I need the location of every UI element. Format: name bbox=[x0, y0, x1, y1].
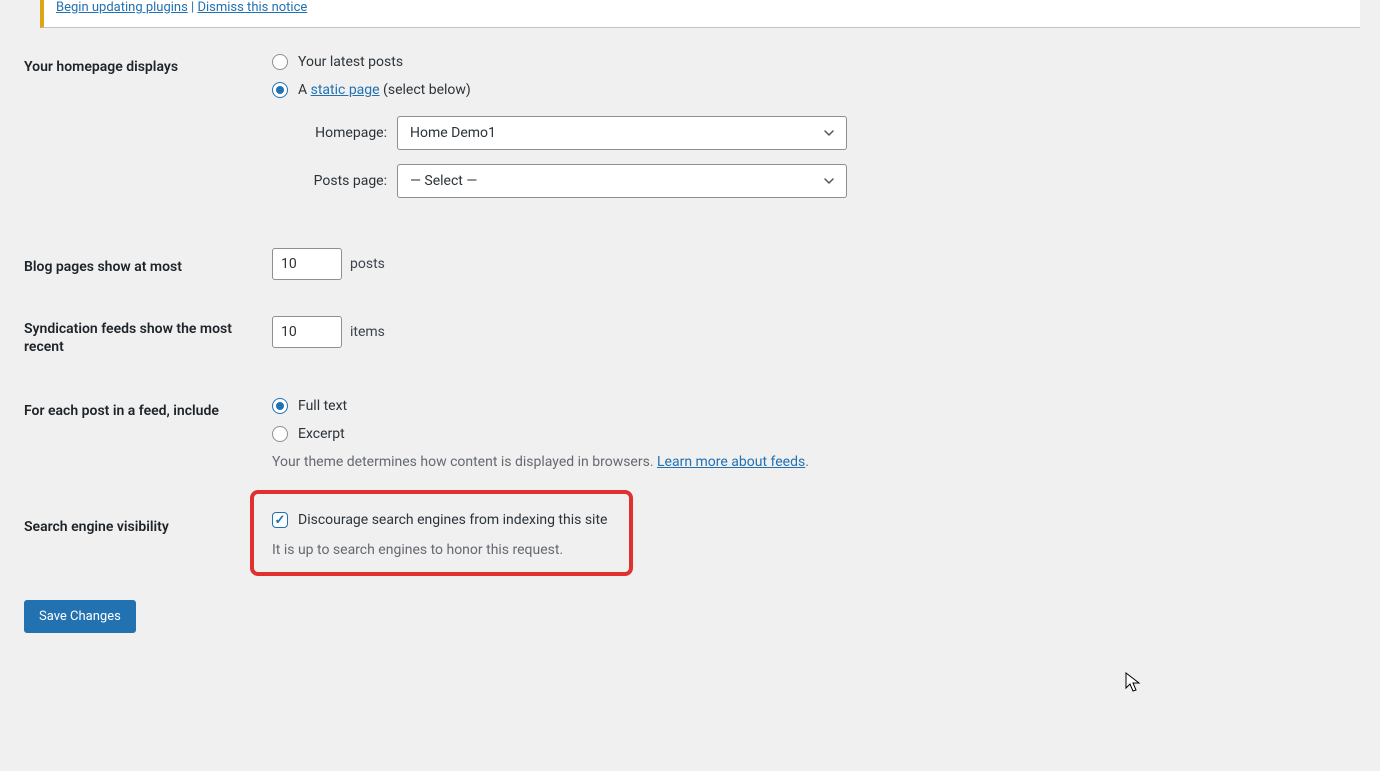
label-homepage-select: Homepage: bbox=[292, 125, 387, 141]
reading-settings-form: Your homepage displays Your latest posts… bbox=[0, 28, 1380, 653]
label-syndication: Syndication feeds show the most recent bbox=[24, 316, 272, 356]
control-blog-pages: 10 posts bbox=[272, 248, 1360, 280]
submit-row: Save Changes bbox=[24, 596, 1360, 633]
radio-icon bbox=[272, 398, 288, 414]
radio-label: Excerpt bbox=[298, 426, 345, 442]
radio-static-page[interactable]: A static page (select below) bbox=[272, 82, 1360, 98]
radio-excerpt[interactable]: Excerpt bbox=[272, 426, 1360, 442]
begin-updating-link[interactable]: Begin updating plugins bbox=[56, 0, 188, 15]
radio-label: Your latest posts bbox=[298, 54, 403, 70]
radio-icon bbox=[272, 426, 288, 442]
row-homepage-select: Homepage: Home Demo1 bbox=[292, 116, 1360, 150]
radio-label: A static page (select below) bbox=[298, 82, 471, 98]
text: (select below) bbox=[380, 82, 471, 98]
syndication-input[interactable]: 10 bbox=[272, 316, 342, 348]
suffix-text: posts bbox=[350, 256, 385, 272]
notice-separator: | bbox=[188, 0, 198, 15]
label-posts-page-select: Posts page: bbox=[292, 173, 387, 189]
suffix-text: items bbox=[350, 324, 385, 340]
chevron-down-icon bbox=[820, 172, 838, 190]
search-visibility-note: It is up to search engines to honor this… bbox=[272, 542, 607, 558]
label-homepage-displays: Your homepage displays bbox=[24, 48, 272, 76]
save-changes-button[interactable]: Save Changes bbox=[24, 600, 136, 633]
select-value: Home Demo1 bbox=[410, 125, 496, 141]
row-syndication: Syndication feeds show the most recent 1… bbox=[24, 316, 1360, 356]
radio-icon bbox=[272, 82, 288, 98]
radio-icon bbox=[272, 54, 288, 70]
feed-description: Your theme determines how content is dis… bbox=[272, 454, 1360, 470]
dismiss-notice-link[interactable]: Dismiss this notice bbox=[197, 0, 307, 15]
text: A bbox=[298, 82, 311, 98]
label-blog-pages: Blog pages show at most bbox=[24, 248, 272, 276]
text: Your theme determines how content is dis… bbox=[272, 454, 657, 470]
checkbox-discourage-indexing[interactable]: Discourage search engines from indexing … bbox=[272, 512, 607, 528]
chevron-down-icon bbox=[820, 124, 838, 142]
control-homepage-displays: Your latest posts A static page (select … bbox=[272, 48, 1360, 208]
select-value: — Select — bbox=[410, 173, 477, 189]
row-posts-page-select: Posts page: — Select — bbox=[292, 164, 1360, 198]
label-search-visibility: Search engine visibility bbox=[24, 496, 272, 536]
row-blog-pages: Blog pages show at most 10 posts bbox=[24, 248, 1360, 280]
cursor-icon bbox=[1125, 672, 1141, 694]
control-syndication: 10 items bbox=[272, 316, 1360, 348]
homepage-select[interactable]: Home Demo1 bbox=[397, 116, 847, 150]
row-feed-include: For each post in a feed, include Full te… bbox=[24, 392, 1360, 470]
highlight-annotation: Discourage search engines from indexing … bbox=[250, 490, 633, 576]
learn-feeds-link[interactable]: Learn more about feeds bbox=[657, 454, 805, 470]
control-search-visibility: Discourage search engines from indexing … bbox=[272, 496, 1360, 576]
row-homepage-displays: Your homepage displays Your latest posts… bbox=[24, 48, 1360, 208]
control-feed-include: Full text Excerpt Your theme determines … bbox=[272, 392, 1360, 470]
label-feed-include: For each post in a feed, include bbox=[24, 392, 272, 420]
radio-full-text[interactable]: Full text bbox=[272, 398, 1360, 414]
radio-latest-posts[interactable]: Your latest posts bbox=[272, 54, 1360, 70]
row-search-visibility: Search engine visibility Discourage sear… bbox=[24, 496, 1360, 576]
text: . bbox=[805, 454, 809, 470]
update-notice: Begin updating plugins | Dismiss this no… bbox=[40, 0, 1360, 28]
checkbox-icon bbox=[272, 512, 288, 528]
checkbox-label: Discourage search engines from indexing … bbox=[298, 512, 607, 528]
static-page-link[interactable]: static page bbox=[311, 82, 380, 98]
blog-pages-input[interactable]: 10 bbox=[272, 248, 342, 280]
radio-label: Full text bbox=[298, 398, 347, 414]
posts-page-select[interactable]: — Select — bbox=[397, 164, 847, 198]
